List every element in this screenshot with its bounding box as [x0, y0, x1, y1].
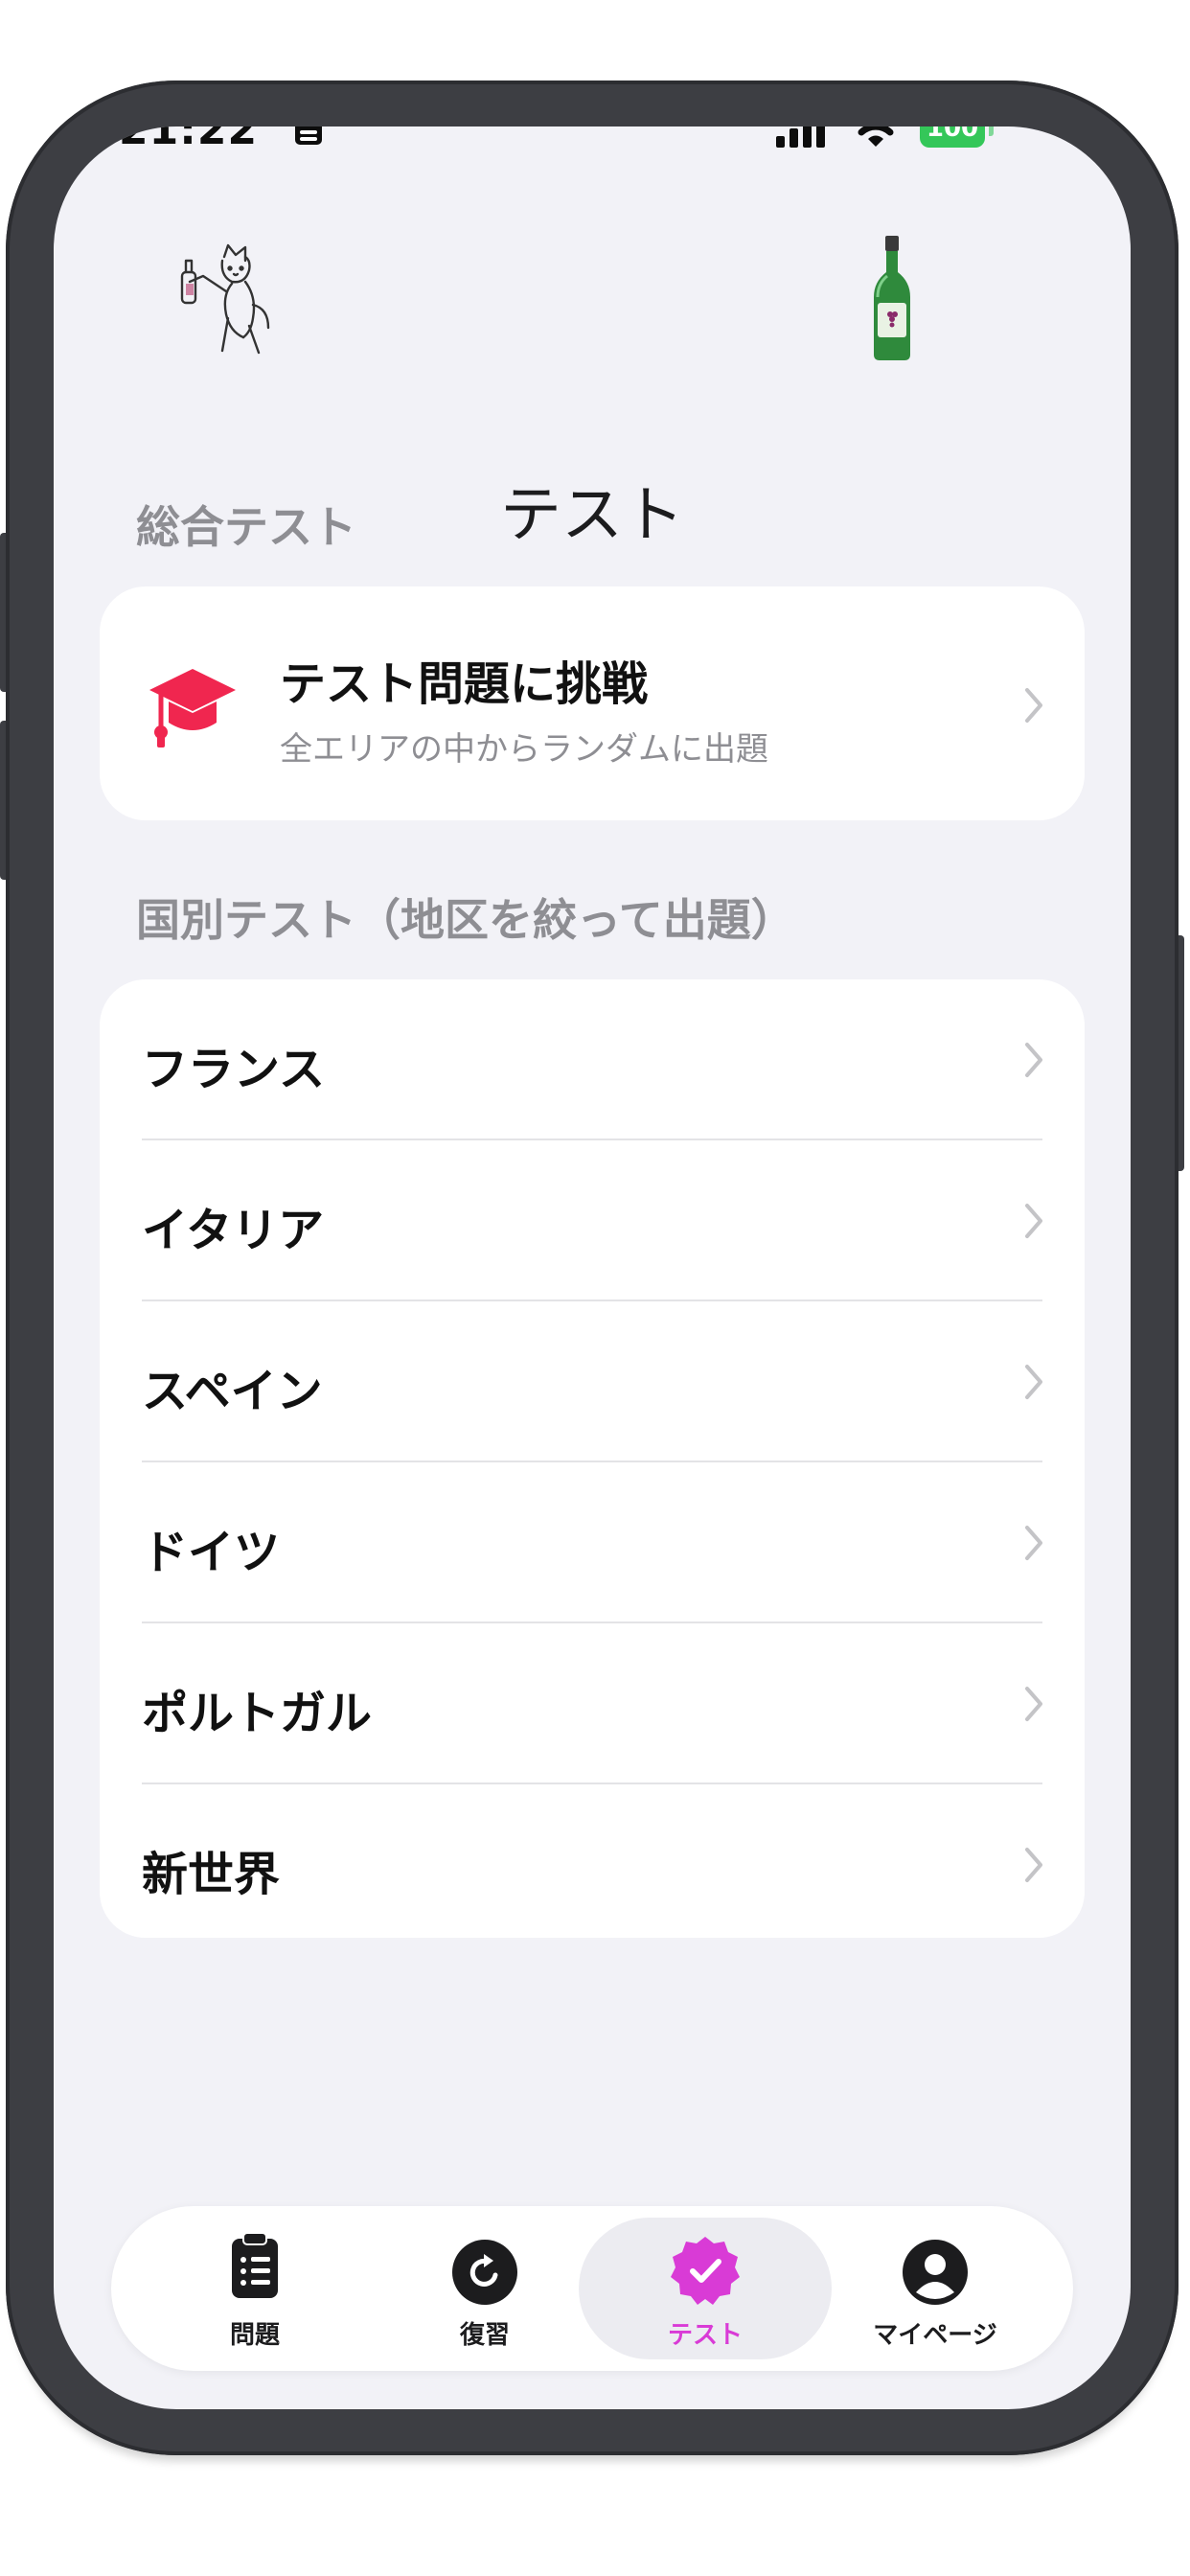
chevron-right-icon — [1025, 1365, 1042, 1399]
phone-frame: 21:22 100 テスト 総合テスト テスト問題に挑戦 全エリアの中からランダ… — [6, 80, 1179, 2455]
tab-label: 復習 — [459, 2321, 510, 2350]
overall-section-title: 総合テスト — [136, 501, 356, 553]
wine-bottle-icon[interactable] — [870, 234, 914, 362]
cat-illustration-icon[interactable] — [169, 238, 280, 360]
challenge-subtitle: 全エリアの中からランダムに出題 — [280, 730, 768, 769]
wifi-icon — [858, 126, 894, 147]
country-item-portugal[interactable]: ポルトガル — [100, 1623, 1085, 1784]
country-label: スペイン — [142, 1365, 323, 1418]
status-time: 21:22 — [119, 126, 259, 154]
chevron-right-icon — [1025, 1687, 1042, 1721]
refresh-circle-icon — [452, 2240, 517, 2305]
graduation-cap-icon — [149, 669, 236, 748]
country-label: ドイツ — [142, 1526, 281, 1579]
signal-icon — [776, 126, 825, 148]
chevron-right-icon — [1025, 688, 1042, 723]
challenge-title: テスト問題に挑戦 — [280, 657, 649, 711]
check-badge-icon — [671, 2237, 740, 2305]
tab-label: テスト — [667, 2321, 743, 2350]
tab-questions[interactable]: 問題 — [169, 2206, 341, 2371]
country-label: イタリア — [142, 1204, 325, 1257]
country-item-france[interactable]: フランス — [100, 979, 1085, 1140]
user-circle-icon — [903, 2240, 968, 2305]
country-section-title: 国別テスト（地区を絞って出題） — [136, 894, 795, 946]
country-item-italy[interactable]: イタリア — [100, 1140, 1085, 1301]
country-label: 新世界 — [142, 1848, 281, 1901]
chevron-right-icon — [1025, 1043, 1042, 1077]
chevron-right-icon — [1025, 1526, 1042, 1560]
battery-indicator: 100 — [920, 126, 985, 148]
chevron-right-icon — [1025, 1204, 1042, 1238]
challenge-card[interactable]: テスト問題に挑戦 全エリアの中からランダムに出題 — [100, 586, 1085, 820]
id-card-icon — [295, 126, 322, 145]
tab-mypage[interactable]: マイページ — [849, 2206, 1021, 2371]
tab-label: マイページ — [873, 2321, 997, 2350]
tab-test[interactable]: テスト — [619, 2206, 791, 2371]
tab-review[interactable]: 復習 — [399, 2206, 571, 2371]
tab-label: 問題 — [229, 2321, 280, 2350]
clipboard-list-icon — [232, 2232, 278, 2298]
country-item-spain[interactable]: スペイン — [100, 1301, 1085, 1462]
country-label: フランス — [142, 1043, 326, 1096]
app-screen: 21:22 100 テスト 総合テスト テスト問題に挑戦 全エリアの中からランダ… — [54, 126, 1131, 2409]
battery-tip — [989, 126, 994, 136]
country-item-new-world[interactable]: 新世界 — [100, 1784, 1085, 1945]
country-list: フランス イタリア スペイン ドイツ ポルトガル 新世界 — [100, 979, 1085, 1938]
country-item-germany[interactable]: ドイツ — [100, 1462, 1085, 1623]
chevron-right-icon — [1025, 1848, 1042, 1882]
tab-bar: 問題 復習 テスト マイページ — [111, 2206, 1073, 2371]
country-label: ポルトガル — [142, 1687, 373, 1740]
